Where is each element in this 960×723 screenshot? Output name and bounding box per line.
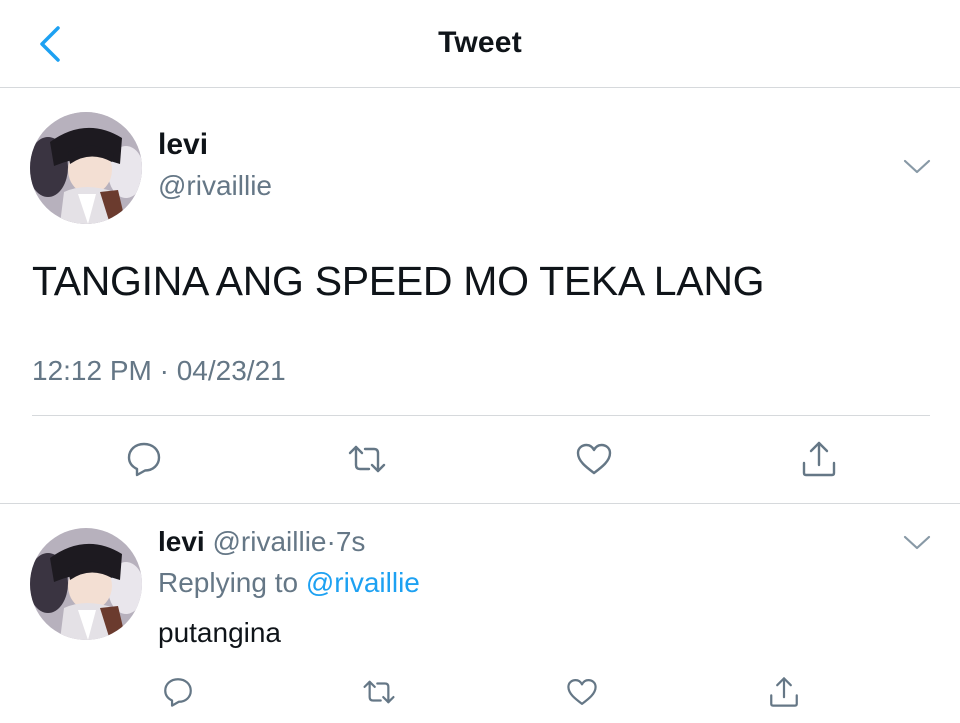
heart-icon	[576, 443, 612, 475]
retweet-icon	[363, 680, 395, 704]
divider	[0, 503, 960, 504]
reply-author-handle[interactable]: @rivaillie	[212, 526, 326, 557]
replying-to: Replying to @rivaillie	[158, 567, 420, 599]
reply-icon	[127, 442, 161, 477]
reply-text: putangina	[158, 617, 282, 648]
share-button[interactable]	[797, 437, 841, 481]
share-icon	[802, 441, 836, 477]
share-icon	[770, 677, 798, 707]
heart-icon	[567, 678, 597, 706]
replying-to-label: Replying to	[158, 567, 299, 598]
like-button[interactable]	[572, 437, 616, 481]
tweet-options-button[interactable]	[900, 155, 934, 179]
tweet-text: TANGINA ANG SPEED MO TEKA LANG	[32, 258, 765, 304]
author-handle[interactable]: @rivaillie	[158, 170, 272, 202]
reply-options-button[interactable]	[900, 531, 934, 555]
page-title: Tweet	[438, 26, 522, 59]
avatar[interactable]	[30, 528, 142, 640]
reply-author-name[interactable]: levi	[158, 526, 205, 557]
avatar[interactable]	[30, 112, 142, 224]
separator-dot: ·	[326, 526, 336, 557]
share-button[interactable]	[762, 670, 806, 714]
reply-button[interactable]	[156, 670, 200, 714]
retweet-button[interactable]	[357, 670, 401, 714]
chevron-down-icon	[903, 535, 931, 550]
retweet-icon	[348, 445, 386, 473]
reply-time[interactable]: 7s	[336, 526, 366, 557]
retweet-button[interactable]	[345, 437, 389, 481]
author-name[interactable]: levi	[158, 128, 208, 162]
reply-meta: levi @rivaillie·7s	[158, 526, 365, 558]
top-bar: Tweet	[0, 0, 960, 88]
replying-to-handle[interactable]: @rivaillie	[306, 567, 420, 598]
reply-button[interactable]	[122, 437, 166, 481]
divider	[32, 415, 930, 416]
reply-icon	[164, 678, 192, 707]
chevron-down-icon	[903, 159, 931, 174]
tweet-timestamp: 12:12 PM · 04/23/21	[32, 355, 286, 386]
like-button[interactable]	[560, 670, 604, 714]
